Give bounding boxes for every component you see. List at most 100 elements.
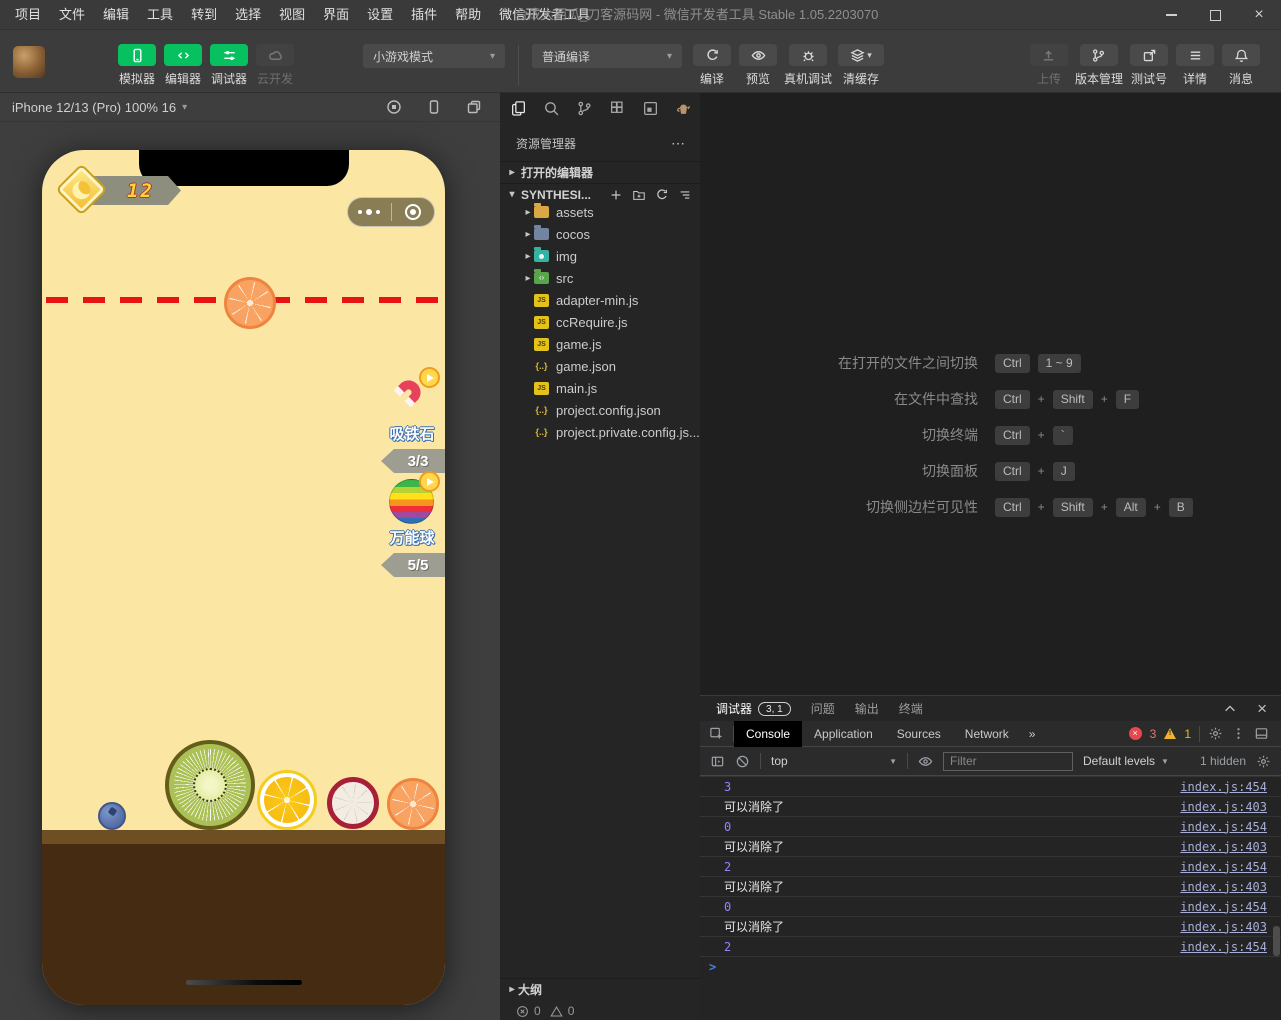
compile-mode-select[interactable]: 普通编译 [532, 44, 682, 68]
debugger-tab[interactable]: 调试器 3, 1 [716, 700, 791, 717]
device-selector[interactable]: iPhone 12/13 (Pro) 100% 16 [12, 100, 187, 115]
user-avatar[interactable] [13, 46, 45, 78]
menu-item[interactable]: 设置 [358, 0, 402, 30]
tree-row[interactable]: main.js [500, 377, 700, 399]
close-panel-icon[interactable]: × [1257, 700, 1267, 717]
compile-button[interactable]: 编译 [692, 44, 732, 87]
cloud-dev-button[interactable]: 云开发 [255, 44, 295, 87]
kebab-menu-icon[interactable] [1231, 726, 1246, 741]
tree-row[interactable]: ▸ src [500, 267, 700, 289]
minimize-button[interactable] [1149, 0, 1193, 30]
problems-status[interactable]: 0 0 [500, 1000, 700, 1020]
more-actions-icon[interactable]: ⋯ [671, 135, 686, 152]
powerup-rainbow-ball[interactable]: 万能球 5/5 [379, 471, 445, 577]
preview-button[interactable]: 预览 [738, 44, 778, 87]
console-prompt[interactable]: > [700, 956, 1281, 976]
devtools-tab[interactable]: Sources [885, 721, 953, 747]
menu-item[interactable]: 文件 [50, 0, 94, 30]
warning-badge-icon[interactable] [1164, 728, 1177, 739]
menu-item[interactable]: 界面 [314, 0, 358, 30]
console-scrollbar-thumb[interactable] [1273, 926, 1280, 956]
refresh-icon[interactable] [655, 188, 669, 202]
tree-row[interactable]: game.js [500, 333, 700, 355]
open-editors-section[interactable]: ▸ 打开的编辑器 [500, 161, 700, 183]
capsule-more-button[interactable] [348, 209, 391, 215]
menu-item[interactable]: 插件 [402, 0, 446, 30]
simulator-button[interactable]: 模拟器 [117, 44, 157, 87]
tree-row[interactable]: game.json [500, 355, 700, 377]
tree-row[interactable]: project.private.config.js... [500, 421, 700, 443]
close-button[interactable]: × [1237, 0, 1281, 30]
clear-console-icon[interactable] [735, 754, 750, 769]
extensions-icon[interactable] [609, 100, 626, 117]
devtools-tab[interactable]: Network [953, 721, 1021, 747]
maximize-button[interactable] [1193, 0, 1237, 30]
tree-row[interactable]: adapter-min.js [500, 289, 700, 311]
error-badge-icon[interactable] [1128, 727, 1142, 740]
layers-icon [850, 48, 865, 63]
device-frame-icon[interactable] [426, 99, 442, 115]
debugger-tab[interactable]: 终端 [899, 700, 923, 717]
editor-area[interactable]: 在打开的文件之间切换 Ctrl 1 ~ 9 在文件中查找 Ctrl + Shift + F… [700, 93, 1281, 695]
teapot-icon[interactable] [675, 100, 692, 117]
debugger-tab[interactable]: 输出 [855, 700, 879, 717]
log-source-link[interactable]: index.js:454 [1180, 900, 1267, 914]
details-button[interactable]: 详情 [1175, 44, 1215, 87]
tree-row[interactable]: ccRequire.js [500, 311, 700, 333]
console-sidebar-icon[interactable] [710, 754, 725, 769]
more-tabs-icon[interactable]: » [1021, 727, 1044, 741]
capsule-close-button[interactable] [392, 204, 435, 220]
new-file-icon[interactable] [609, 188, 623, 202]
multi-window-icon[interactable] [466, 99, 482, 115]
collapse-all-icon[interactable] [678, 188, 692, 202]
menu-item[interactable]: 选择 [226, 0, 270, 30]
panel-icon[interactable] [642, 100, 659, 117]
log-source-link[interactable]: index.js:403 [1180, 800, 1267, 814]
menu-item[interactable]: 工具 [138, 0, 182, 30]
console-filter-input[interactable] [943, 751, 1073, 771]
messages-button[interactable]: 消息 [1221, 44, 1261, 87]
collapse-panel-icon[interactable] [1223, 702, 1237, 716]
gear-icon[interactable] [1208, 726, 1223, 741]
tree-row[interactable]: ▸ img [500, 245, 700, 267]
menu-item[interactable]: 帮助 [446, 0, 490, 30]
log-source-link[interactable]: index.js:403 [1180, 920, 1267, 934]
version-control-button[interactable]: 版本管理 [1075, 44, 1123, 87]
log-source-link[interactable]: index.js:454 [1180, 820, 1267, 834]
log-source-link[interactable]: index.js:403 [1180, 840, 1267, 854]
context-selector[interactable]: top [771, 754, 897, 768]
tree-row[interactable]: ▸ assets [500, 201, 700, 223]
game-mode-select[interactable]: 小游戏模式 [363, 44, 505, 68]
outline-section[interactable]: ▸ 大纲 [500, 978, 700, 1000]
log-source-link[interactable]: index.js:454 [1180, 780, 1267, 794]
test-account-button[interactable]: 测试号 [1129, 44, 1169, 87]
debugger-tab[interactable]: 问题 [811, 700, 835, 717]
clear-cache-button[interactable]: ▾ 清缓存 [838, 44, 885, 87]
menu-item[interactable]: 视图 [270, 0, 314, 30]
inspect-icon[interactable] [700, 726, 733, 741]
menu-item[interactable]: 转到 [182, 0, 226, 30]
new-folder-icon[interactable] [632, 188, 646, 202]
devtools-tab[interactable]: Console [734, 720, 803, 747]
devtools-tab[interactable]: Application [802, 721, 885, 747]
powerup-magnet[interactable]: 吸铁石 3/3 [379, 367, 445, 473]
remote-debug-button[interactable]: 真机调试 [784, 44, 832, 87]
dock-side-icon[interactable] [1254, 726, 1269, 741]
editor-button[interactable]: 编辑器 [163, 44, 203, 87]
upload-button[interactable]: 上传 [1029, 44, 1069, 87]
log-source-link[interactable]: index.js:403 [1180, 880, 1267, 894]
source-control-icon[interactable] [576, 100, 593, 117]
menu-item[interactable]: 编辑 [94, 0, 138, 30]
tree-row[interactable]: ▸ cocos [500, 223, 700, 245]
tree-row[interactable]: project.config.json [500, 399, 700, 421]
console-settings-gear-icon[interactable] [1256, 754, 1271, 769]
log-levels-selector[interactable]: Default levels [1083, 754, 1169, 768]
record-stop-icon[interactable] [386, 99, 402, 115]
log-source-link[interactable]: index.js:454 [1180, 860, 1267, 874]
debugger-button[interactable]: 调试器 [209, 44, 249, 87]
log-source-link[interactable]: index.js:454 [1180, 940, 1267, 954]
live-expression-eye-icon[interactable] [918, 754, 933, 769]
menu-item[interactable]: 项目 [6, 0, 50, 30]
files-icon[interactable] [510, 100, 527, 117]
search-icon[interactable] [543, 100, 560, 117]
